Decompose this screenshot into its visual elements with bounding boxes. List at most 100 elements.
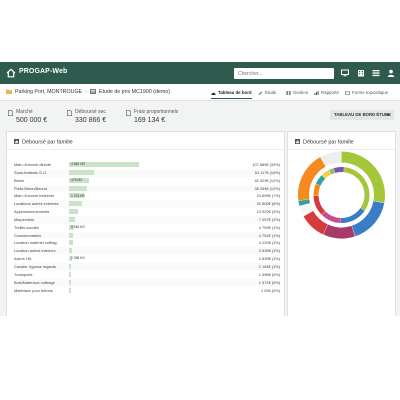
card-title-text: Déboursé par famille: [303, 139, 354, 146]
card-title-text: Déboursé par famille: [22, 139, 73, 146]
row-quantity: 2 398 KG: [71, 256, 85, 261]
row-bar: [69, 216, 76, 222]
table-row[interactable]: Aciers HA 2 398 KG 2 839€ (1%): [14, 255, 280, 263]
inner-ring-slice[interactable]: [340, 207, 365, 223]
row-quantity: 1 074 HR: [71, 193, 85, 198]
inner-ring-slice[interactable]: [328, 168, 336, 175]
row-label: Location autres internes: [14, 248, 56, 254]
breadcrumb-separator: ›: [85, 89, 87, 95]
document-icon: [345, 90, 350, 95]
inner-ring-slice[interactable]: [321, 170, 332, 179]
breadcrumb-project[interactable]: Parking Port, MONTROUGE: [6, 89, 82, 95]
inner-ring-slice[interactable]: [315, 175, 326, 186]
family-table: Main d'oeuvre directe 4 682 HR 107 685€ (3…: [14, 161, 280, 294]
table-row[interactable]: Maçonnerie 7 057€ (2%): [14, 215, 280, 224]
row-bar: [69, 263, 72, 269]
row-label: Main d'oeuvre indirecte: [14, 193, 55, 199]
building-icon[interactable]: [357, 69, 365, 77]
table-row[interactable]: Transports 1 596€ (0%): [14, 271, 280, 279]
row-value: 54 117€ (16%): [254, 169, 280, 175]
outer-ring-slice[interactable]: [298, 199, 311, 206]
breadcrumb-study-label: Etude de prix MC1900 (demo): [99, 89, 170, 95]
row-value: 4 759€ (1%): [258, 224, 280, 230]
row-quantity: 5 945 KG: [71, 225, 85, 230]
table-row[interactable]: Location autres internes 3 535€ (1%): [14, 247, 280, 256]
app-brand: PROGAP-Web: [19, 68, 68, 75]
inner-ring-slice[interactable]: [313, 183, 321, 196]
document-icon: [8, 110, 13, 116]
row-value: 2 839€ (1%): [258, 256, 280, 262]
app-window: PROGAP-Web Parking Port, MONTROUGE › Etu…: [0, 62, 400, 316]
row-value: 1 095 (0%): [260, 287, 280, 293]
view-select-label: TABLEAU DE BORD ÉTUDE: [334, 112, 391, 117]
report-icon: [314, 90, 319, 95]
row-value: 107 685€ (33%): [252, 162, 280, 167]
document-icon: [67, 110, 72, 116]
row-bar: [69, 240, 73, 246]
outer-ring-slice[interactable]: [323, 224, 355, 239]
table-row[interactable]: Locations autres externes 20 500€ (6%): [14, 200, 280, 209]
table-row[interactable]: Consommables 4 751€ (1%): [14, 231, 280, 240]
table-row[interactable]: Béton 475 M3 40 323€ (12%): [14, 177, 280, 185]
row-label: Matériaux pour bétons: [14, 287, 53, 293]
inner-ring-slice[interactable]: [333, 167, 345, 173]
row-value: 3 535€ (1%): [258, 248, 280, 254]
table-row[interactable]: Sous-traitants G.O. 54 117€ (16%): [14, 168, 280, 177]
row-value: 20 500€ (6%): [256, 201, 280, 207]
family-donut-card: Déboursé par famille: [287, 131, 396, 316]
tab-etude[interactable]: Etude: [258, 90, 276, 95]
table-row[interactable]: Location matériel coffrag. 4 220€ (1%): [14, 239, 280, 247]
chevron-down-icon: [386, 114, 390, 116]
row-quantity: 4 682 HR: [71, 162, 85, 167]
breadcrumb: Parking Port, MONTROUGE › Etude de prix …: [0, 84, 400, 101]
chart-icon: [295, 139, 300, 144]
kpi-value: 500 000 €: [16, 117, 48, 124]
table-row[interactable]: Bois/Matériaux coffrage 1 572€ (0%): [14, 278, 280, 287]
user-icon[interactable]: [387, 69, 395, 77]
inner-ring-slice[interactable]: [313, 195, 326, 215]
row-bar: [69, 232, 74, 238]
folder-icon: [6, 89, 12, 94]
edit-icon: [258, 91, 263, 95]
search-input[interactable]: [234, 68, 334, 79]
table-row[interactable]: Canalis. hypaus regards 2 184€ (1%): [14, 262, 280, 271]
dashboard-icon: [211, 92, 216, 95]
outer-ring-slice[interactable]: [299, 203, 314, 216]
tab-label: Forme expositique: [352, 90, 389, 95]
table-row[interactable]: Main d'oeuvre directe 4 682 HR 107 685€ (3…: [14, 161, 280, 169]
card-title: Déboursé par famille: [14, 139, 73, 146]
study-icon: [90, 89, 96, 94]
view-select-button[interactable]: TABLEAU DE BORD ÉTUDE: [330, 110, 394, 120]
row-bar: [69, 185, 87, 191]
row-value: 1 572€ (0%): [258, 279, 280, 285]
row-label: Préfa Béton/Beurre: [14, 185, 48, 191]
inner-ring-slice[interactable]: [321, 211, 341, 223]
tab-label: Tableau de bord: [218, 90, 252, 95]
tab-rapports[interactable]: Rapports: [314, 90, 339, 95]
row-label: Aciers HA: [14, 256, 32, 262]
table-row[interactable]: Treillis soudés 5 945 KG 4 759€ (1%): [14, 224, 280, 232]
row-label: Canalis. hypaus regards: [14, 263, 56, 269]
row-label: Treillis soudés: [14, 224, 39, 230]
donut-chart: [298, 151, 385, 239]
row-value: 24 695€ (7%): [256, 193, 280, 199]
tab-tableau-de-bord[interactable]: Tableau de bord: [211, 90, 252, 99]
outer-ring-slice[interactable]: [320, 151, 342, 167]
breadcrumb-study[interactable]: Etude de prix MC1900 (demo): [90, 89, 170, 95]
row-bar: [69, 209, 78, 215]
outer-ring-slice[interactable]: [303, 210, 328, 235]
monitor-icon[interactable]: [341, 69, 349, 77]
tab-gestion[interactable]: Gestion: [286, 90, 308, 95]
table-row[interactable]: Matériaux pour bétons 1 095 (0%): [14, 287, 280, 295]
home-icon[interactable]: [6, 68, 16, 78]
row-label: Bois/Matériaux coffrage: [14, 279, 55, 285]
row-value: 4 751€ (1%): [258, 232, 280, 238]
table-row[interactable]: Main d'oeuvre indirecte 1 074 HR 24 695€ (…: [14, 192, 280, 200]
row-label: Consommables: [14, 232, 42, 238]
table-row[interactable]: Approvisionnements 10 920€ (3%): [14, 208, 280, 216]
list-icon[interactable]: [372, 69, 380, 77]
inner-ring-slice[interactable]: [343, 167, 370, 211]
table-row[interactable]: Préfa Béton/Beurre 38 254€ (12%): [14, 184, 280, 193]
top-bar: PROGAP-Web: [0, 62, 400, 84]
tab-forme-expositique[interactable]: Forme expositique: [345, 90, 388, 95]
